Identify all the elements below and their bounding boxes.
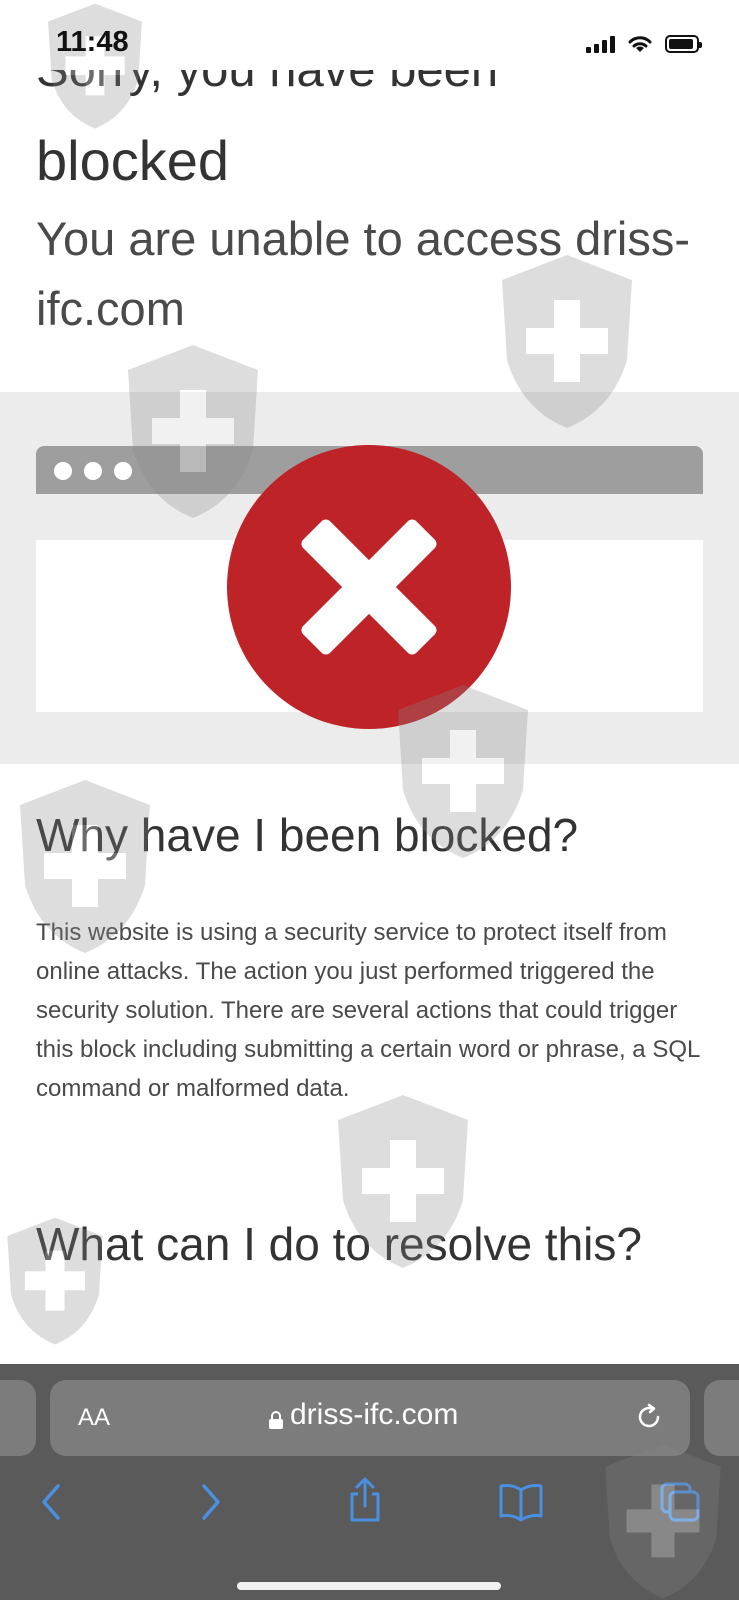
- signal-icon: [586, 35, 615, 53]
- resolve-heading: What can I do to resolve this?: [36, 1218, 642, 1270]
- blocked-illustration: [0, 392, 739, 764]
- page-title: blocked: [36, 129, 230, 192]
- url-text: driss-ifc.com: [290, 1398, 459, 1431]
- reload-icon[interactable]: [634, 1402, 664, 1432]
- forward-icon[interactable]: [196, 1482, 226, 1522]
- status-time: 11:48: [56, 26, 129, 58]
- previous-tab-pill[interactable]: [0, 1380, 36, 1456]
- text-size-button[interactable]: AA: [78, 1404, 110, 1432]
- why-heading: Why have I been blocked?: [36, 809, 579, 861]
- bookmarks-icon[interactable]: [498, 1482, 544, 1522]
- why-paragraph: This website is using a security service…: [36, 919, 700, 1102]
- address-bar[interactable]: AA driss-ifc.com: [50, 1380, 690, 1456]
- next-tab-pill[interactable]: [704, 1380, 739, 1456]
- share-icon[interactable]: [346, 1476, 384, 1524]
- status-bar: 11:48: [0, 0, 739, 90]
- blocked-x-icon: [227, 445, 511, 729]
- back-icon[interactable]: [36, 1482, 66, 1522]
- status-icons: [586, 34, 702, 54]
- page-subtitle: You are unable to access driss-ifc.com: [36, 212, 691, 335]
- home-indicator[interactable]: [237, 1582, 501, 1590]
- battery-icon: [665, 35, 702, 53]
- wifi-icon: [628, 36, 652, 52]
- browser-toolbar: AA driss-ifc.com: [0, 1364, 739, 1600]
- tabs-icon[interactable]: [658, 1480, 702, 1524]
- lock-icon: [269, 1411, 283, 1429]
